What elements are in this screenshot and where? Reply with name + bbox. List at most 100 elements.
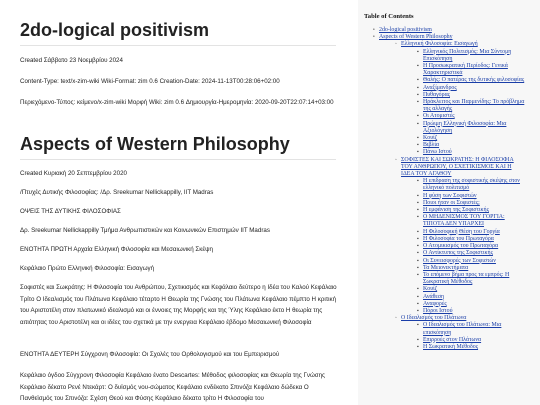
- toc-item[interactable]: ▪ Οι Συνεισφορές των Σοφιστών: [358, 258, 540, 265]
- toc-item-label: Πόροι Ιστού: [423, 307, 453, 314]
- bullet-icon: ▪: [417, 294, 419, 300]
- bullet-icon: ▪: [417, 258, 419, 264]
- content-type-line: Content-Type: text/x-zim-wiki Wiki-Forma…: [20, 78, 280, 85]
- toc-item-label: 2do-logical positivism: [379, 27, 432, 33]
- toc-item[interactable]: ▪ Πόροι Ιστού: [358, 308, 540, 315]
- table-of-contents: Table of Contents • 2do-logical positivis…: [358, 0, 540, 405]
- toc-item-label: Αξιολόγηση: [423, 127, 453, 134]
- toc-item-label: Η Φιλοσοφική Θέση του Γοργία: [423, 228, 500, 235]
- toc-item-label: Οι Ατομιστές: [423, 113, 455, 120]
- paragraph: Σοφιστές και Σωκράτης: Η Φιλοσοφία του Α…: [20, 284, 337, 326]
- bullet-icon: ▪: [417, 100, 419, 106]
- toc-item[interactable]: ▪ Βιβλία: [358, 142, 540, 149]
- toc-item-label: Ο Ατομικισμός του Πρωταγόρα: [423, 243, 499, 250]
- toc-item-label: Κουίζ: [423, 135, 438, 142]
- paragraph: ΟΨΕΙΣ ΤΗΣ ΔΥΤΙΚΗΣ ΦΙΛΟΣΟΦΙΑΣ: [20, 208, 121, 215]
- bullet-icon: ▪: [417, 251, 419, 257]
- toc-item[interactable]: ▪ Η φύση των Σοφιστών: [358, 193, 540, 200]
- bullet-icon: ▪: [417, 143, 419, 149]
- toc-item-label: Η επιδραση της σοφιστικής σκέψης στον: [423, 178, 520, 185]
- toc-item-label: ελληνικό πολιτισμό: [423, 185, 470, 192]
- paragraph: Κεφάλαιο όγδοο Σύγχρονη Φιλοσοφία Κεφάλα…: [20, 372, 326, 403]
- toc-item-label: Πυθαγόρας: [423, 91, 450, 98]
- toc-item[interactable]: ▪ Κουίζ: [358, 135, 540, 142]
- bullet-icon: ▪: [417, 344, 419, 350]
- toc-item[interactable]: ▪ Ο Αντίκτυπος της Σοφιστικής: [358, 250, 540, 257]
- toc-item-label: Η Προσωκρατική Περίοδος: Γενικά: [423, 63, 508, 70]
- toc-item[interactable]: της αλλαγής: [358, 106, 540, 113]
- toc-item-label: ΤΟΥ ΑΝΘΡΩΠΟΥ, Ο ΣΧΕΤΙΚΙΣΜΟΣ ΚΑΙ Η: [401, 163, 512, 170]
- toc-item[interactable]: Αξιολόγηση: [358, 128, 540, 135]
- toc-item[interactable]: ▪ Ο ΜΗΔΕΝΙΣΜΟΣ ΤΟΥ ΓΟΡΓΙΑ:: [358, 214, 540, 221]
- bullet-icon: ▪: [417, 49, 419, 55]
- toc-item-label: Ηράκλειτος και Παρμενίδης: Το πρόβλημα: [423, 99, 525, 106]
- toc-item[interactable]: ▪ Αναφορές: [358, 301, 540, 308]
- toc-item[interactable]: ◦ Ελληνική Φιλοσοφία: Εισαγωγή: [358, 41, 540, 48]
- paragraph: ΕΝΟΤΗΤΑ ΠΡΩΤΗ Αρχαία Ελληνική Φιλοσοφία …: [20, 246, 213, 253]
- toc-item-label: Θαλής: Ο πατέρας της δυτικής φιλοσοφίας: [423, 77, 525, 84]
- page-title-western-philosophy: Aspects of Western Philosophy: [20, 134, 290, 154]
- toc-item-label: Αναφορές: [423, 300, 447, 307]
- toc-item[interactable]: ▪ Η Φιλοσοφία του Πρωταγόρα: [358, 236, 540, 243]
- toc-item[interactable]: ▪ Τα Μειονεκτήματα: [358, 265, 540, 272]
- toc-item[interactable]: ◦ Ο Ιδεαλισμός του Πλάτωνα: [358, 315, 540, 322]
- bullet-icon: ▪: [417, 121, 419, 127]
- toc-item[interactable]: επισκόπηση: [358, 330, 540, 337]
- toc-item[interactable]: ▪ Κουίζ: [358, 286, 540, 293]
- toc-item[interactable]: ▪ Ηράκλειτος και Παρμενίδης: Το πρόβλημα: [358, 99, 540, 106]
- toc-item[interactable]: ▪ Ποιοι ήταν οι Σοφιστές;: [358, 200, 540, 207]
- toc-item[interactable]: ΙΔΕΑ ΤΟΥ ΑΓΑΘΟΥ: [358, 171, 540, 178]
- toc-item[interactable]: ◦ ΣΟΦΙΣΤΕΣ ΚΑΙ ΣΩΚΡΑΤΗΣ: Η ΦΙΛΟΣΟΦΙΑ: [358, 157, 540, 164]
- bullet-icon: ▪: [417, 150, 419, 156]
- bullet-icon: ▪: [417, 78, 419, 84]
- toc-item[interactable]: ▪ Επιρροές στον Πλάτωνα: [358, 337, 540, 344]
- title-divider: [20, 45, 336, 46]
- bullet-icon: ▪: [417, 179, 419, 185]
- toc-item[interactable]: ΤΟΥ ΑΝΘΡΩΠΟΥ, Ο ΣΧΕΤΙΚΙΣΜΟΣ ΚΑΙ Η: [358, 164, 540, 171]
- toc-item[interactable]: ▪ Ο Ατομικισμός του Πρωταγόρα: [358, 243, 540, 250]
- toc-item-label: Ποιοι ήταν οι Σοφιστές;: [423, 199, 480, 206]
- toc-list: • 2do-logical positivism • Aspects of Weste…: [358, 27, 540, 351]
- toc-item[interactable]: ▪ Η εμφάνιση της Σοφιστικής: [358, 207, 540, 214]
- bullet-icon: •: [373, 35, 375, 41]
- paragraph: Κεφάλαιο Πρώτο Ελληνική Φιλοσοφία: Εισαγ…: [20, 265, 155, 272]
- page-title-logical-positivism: 2do-logical positivism: [20, 20, 210, 40]
- toc-item[interactable]: ▪ Η Φιλοσοφική Θέση του Γοργία: [358, 229, 540, 236]
- toc-item-label: Βιβλία: [423, 142, 440, 149]
- toc-item[interactable]: ▪ Αναξίμανδρος: [358, 85, 540, 92]
- toc-item[interactable]: Χαρακτηριστικά: [358, 70, 540, 77]
- bullet-icon: •: [373, 28, 375, 33]
- toc-item[interactable]: ▪ Η Προσωκρατική Περίοδος: Γενικά: [358, 63, 540, 70]
- toc-item-label: Τα Μειονεκτήματα: [423, 264, 469, 271]
- toc-item[interactable]: ▪ Ελληνικός Πολιτισμός: Μια Σύντομη: [358, 49, 540, 56]
- toc-item-label: Ελληνική Φιλοσοφία: Εισαγωγή: [401, 41, 478, 48]
- toc-item[interactable]: ▪ Πυθαγόρας: [358, 92, 540, 99]
- toc-item-label: Κουίζ: [423, 286, 438, 293]
- toc-item[interactable]: ▪ Η Σωκρατική Μέθοδος: [358, 344, 540, 351]
- toc-item[interactable]: ▪ Θαλής: Ο πατέρας της δυτικής φιλοσοφίας: [358, 77, 540, 84]
- toc-item[interactable]: ▪ Οι Ατομιστές: [358, 113, 540, 120]
- toc-item[interactable]: ▪ Πάνω Ιστού: [358, 149, 540, 156]
- toc-item-label: Η εμφάνιση της Σοφιστικής: [423, 207, 489, 214]
- toc-item[interactable]: ▪ Το επόμενο βήμα προς τα εμπρός: Η: [358, 272, 540, 279]
- toc-item[interactable]: Επισκόπηση: [358, 56, 540, 63]
- bullet-icon: ◦: [395, 42, 397, 48]
- toc-item[interactable]: ▪ Ανάθεση: [358, 294, 540, 301]
- toc-title: Table of Contents: [364, 13, 414, 20]
- bullet-icon: ▪: [417, 244, 419, 250]
- toc-item[interactable]: ▪ Ο Ιδεαλισμός του Πλάτωνα: Μια: [358, 322, 540, 329]
- main-content: 2do-logical positivism Created Σάββατο 2…: [0, 0, 348, 405]
- bullet-icon: ◦: [395, 316, 397, 322]
- paragraph: /Πτυχές Δυτικής Φιλοσοφίας: /Δρ. Sreekum…: [20, 189, 214, 196]
- toc-item-label: Χαρακτηριστικά: [423, 70, 463, 77]
- bullet-icon: ▪: [417, 85, 419, 91]
- toc-item[interactable]: • Aspects of Western Philosophy: [358, 34, 540, 41]
- toc-item-label: Ο Ιδεαλισμός του Πλάτωνα: Μια: [423, 322, 502, 329]
- toc-item[interactable]: ▪ Η επιδραση της σοφιστικής σκέψης στον: [358, 178, 540, 185]
- toc-item-label: Πάνω Ιστού: [423, 149, 452, 156]
- toc-item[interactable]: ▪ Πρώιμη Ελληνική Φιλοσοφία: Μια: [358, 121, 540, 128]
- paragraph: ΕΝΟΤΗΤΑ ΔΕΥΤΕΡΗ Σύγχρονη Φιλοσοφία: Οι Σ…: [20, 351, 280, 358]
- toc-item[interactable]: ΤΙΠΟΤΑ ΔΕΝ ΥΠΑΡΧΕΙ: [358, 221, 540, 228]
- toc-item[interactable]: Σωκρατική Μέθοδος: [358, 279, 540, 286]
- toc-item[interactable]: ελληνικό πολιτισμό: [358, 185, 540, 192]
